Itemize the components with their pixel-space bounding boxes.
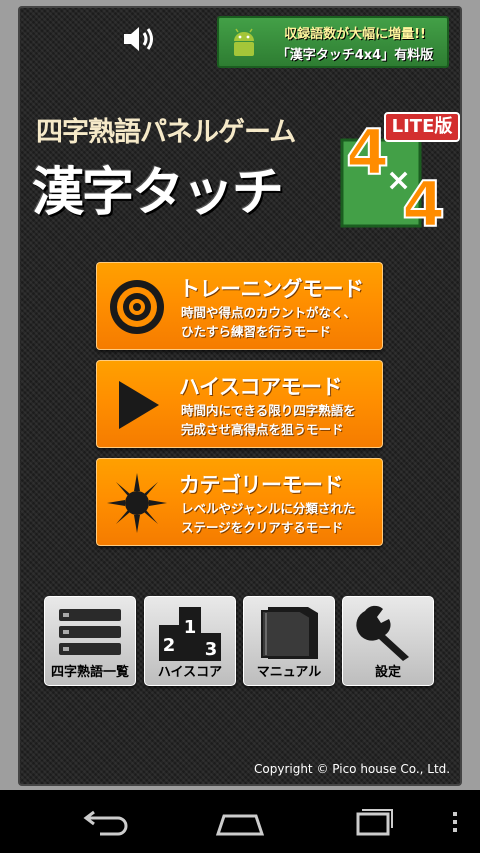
speaker-icon[interactable] <box>120 22 160 56</box>
paid-version-banner[interactable]: 収録語数が大幅に増量!! 「漢字タッチ4x4」有料版 <box>217 16 449 68</box>
wrench-icon <box>356 605 409 661</box>
podium-second: 2 <box>163 635 176 656</box>
high-score-mode-desc-line1: 時間内にできる限り四字熟語を <box>181 403 356 418</box>
high-score-mode-desc: 時間内にできる限り四字熟語を 完成させ高得点を狙うモード <box>181 401 356 439</box>
manual-icon <box>261 607 318 659</box>
category-mode-desc: レベルやジャンルに分類された ステージをクリアするモード <box>181 499 355 537</box>
list-icon <box>59 609 121 655</box>
training-mode-button[interactable]: トレーニングモード 時間や得点のカウントがなく、 ひたすら練習を行うモード <box>96 262 383 350</box>
device-frame: 収録語数が大幅に増量!! 「漢字タッチ4x4」有料版 四字熟語パネルゲーム 漢字… <box>0 0 480 790</box>
target-icon <box>110 280 164 334</box>
high-score-mode-title: ハイスコアモード <box>179 375 342 399</box>
training-mode-desc-line1: 時間や得点のカウントがなく、 <box>181 305 357 320</box>
app-title: 漢字タッチ <box>32 163 284 223</box>
lite-badge: LITE版 <box>384 112 460 142</box>
play-icon <box>119 381 159 429</box>
high-score-button[interactable]: 1 2 3 ハイスコア <box>144 596 236 686</box>
promo-line-2: 「漢字タッチ4x4」有料版 <box>276 48 434 63</box>
high-score-mode-button[interactable]: ハイスコアモード 時間内にできる限り四字熟語を 完成させ高得点を狙うモード <box>96 360 383 448</box>
system-nav-bar <box>0 790 480 853</box>
android-icon <box>234 28 254 56</box>
category-mode-title: カテゴリーモード <box>179 473 344 497</box>
manual-button[interactable]: マニュアル <box>243 596 335 686</box>
settings-label: 設定 <box>374 665 401 680</box>
podium-icon: 1 2 3 <box>159 607 221 661</box>
podium-first: 1 <box>184 617 197 638</box>
sun-icon <box>107 473 167 533</box>
overflow-menu-icon[interactable] <box>448 810 462 834</box>
idiom-list-label: 四字熟語一覧 <box>50 665 129 680</box>
back-icon[interactable] <box>80 804 132 838</box>
category-mode-button[interactable]: カテゴリーモード レベルやジャンルに分類された ステージをクリアするモード <box>96 458 383 546</box>
game-subtitle: 四字熟語パネルゲーム <box>36 117 296 148</box>
training-mode-desc-line2: ひたすら練習を行うモード <box>181 324 332 339</box>
game-panel: 収録語数が大幅に増量!! 「漢字タッチ4x4」有料版 四字熟語パネルゲーム 漢字… <box>18 6 462 786</box>
recent-apps-icon[interactable] <box>348 804 400 838</box>
settings-button[interactable]: 設定 <box>342 596 434 686</box>
idiom-list-button[interactable]: 四字熟語一覧 <box>44 596 136 686</box>
promo-line-1: 収録語数が大幅に増量!! <box>284 27 426 42</box>
training-mode-desc: 時間や得点のカウントがなく、 ひたすら練習を行うモード <box>181 303 356 341</box>
podium-third: 3 <box>205 639 218 660</box>
high-score-label: ハイスコア <box>157 665 223 680</box>
logo-top-digit: 4 <box>346 116 389 189</box>
home-icon[interactable] <box>214 804 266 838</box>
training-mode-title: トレーニングモード <box>179 277 364 301</box>
copyright-text: Copyright © Pico house Co., Ltd. <box>254 762 451 776</box>
category-mode-desc-line1: レベルやジャンルに分類された <box>181 501 356 516</box>
high-score-mode-desc-line2: 完成させ高得点を狙うモード <box>181 422 344 437</box>
manual-label: マニュアル <box>256 665 322 680</box>
logo-bottom-digit: 4 <box>402 168 445 230</box>
category-mode-desc-line2: ステージをクリアするモード <box>181 520 344 535</box>
